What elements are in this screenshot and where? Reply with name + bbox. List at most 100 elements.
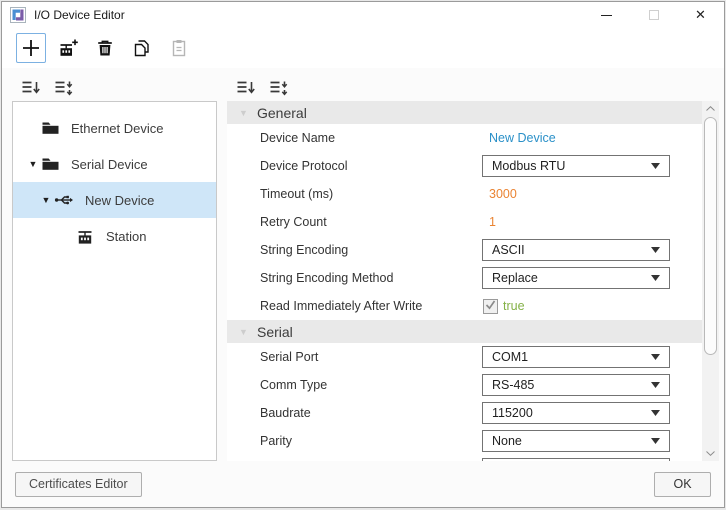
dropdown-value: ASCII	[492, 243, 525, 257]
chevron-down-icon[interactable]: ▼	[38, 195, 54, 205]
property-label: Serial Port	[260, 350, 319, 364]
device-protocol-dropdown[interactable]: Modbus RTU	[482, 155, 670, 177]
titlebar: I/O Device Editor ✕	[2, 2, 724, 28]
io-device-editor-window: I/O Device Editor ✕ Ethernet Device ▼ Seri…	[1, 1, 725, 508]
property-row-string-encoding-method: String Encoding Method Replace	[227, 264, 702, 292]
read-immediately-after-write-checkbox[interactable]	[483, 298, 498, 314]
plus-icon	[20, 37, 42, 59]
chevron-down-icon: ▼	[239, 107, 248, 118]
property-row-serial-port: Serial Port COM1	[227, 343, 702, 371]
parity-dropdown[interactable]: None	[482, 430, 670, 452]
maximize-button[interactable]	[630, 2, 677, 28]
expand-all-icon[interactable]	[269, 80, 289, 96]
device-tree-panel: Ethernet Device ▼ Serial Device ▼ New Device…	[12, 74, 217, 461]
section-title: General	[257, 104, 307, 121]
dropdown-value: 115200	[492, 406, 533, 420]
close-button[interactable]: ✕	[677, 2, 724, 28]
tree-item-label: New Device	[85, 192, 155, 208]
property-row-device-name: Device Name New Device	[227, 124, 702, 152]
property-panel: ▼ General Device Name New Device Device Prot…	[227, 74, 719, 461]
chevron-down-icon	[651, 275, 660, 281]
property-label: Baudrate	[260, 406, 311, 420]
vertical-scrollbar[interactable]	[702, 101, 719, 461]
collapse-all-icon[interactable]	[21, 80, 41, 96]
collapse-all-icon[interactable]	[236, 80, 256, 96]
app-logo-icon	[10, 7, 26, 23]
trash-icon	[95, 38, 115, 58]
expand-all-icon[interactable]	[54, 80, 74, 96]
property-row-baudrate: Baudrate 115200	[227, 399, 702, 427]
property-row-retry-count: Retry Count 1	[227, 208, 702, 236]
section-header-general[interactable]: ▼ General	[227, 101, 702, 124]
property-grid-wrapper: ▼ General Device Name New Device Device Prot…	[227, 101, 719, 461]
device-name-value[interactable]: New Device	[482, 131, 556, 145]
checkbox-value-text: true	[503, 299, 525, 313]
property-label: Device Name	[260, 131, 336, 145]
comm-type-dropdown[interactable]: RS-485	[482, 374, 670, 396]
tree-item-ethernet-device[interactable]: Ethernet Device	[13, 110, 216, 146]
toolbar-button-add-station[interactable]	[53, 33, 83, 63]
property-label: Parity	[260, 434, 292, 448]
station-icon	[75, 226, 95, 246]
property-row-comm-type: Comm Type RS-485	[227, 371, 702, 399]
property-label: Retry Count	[260, 215, 327, 229]
property-label: Timeout (ms)	[260, 187, 334, 201]
station-plus-icon	[58, 38, 79, 59]
tree-item-serial-device[interactable]: ▼ Serial Device	[13, 146, 216, 182]
property-label: String Encoding Method	[260, 271, 394, 285]
chevron-down-icon	[651, 438, 660, 444]
minimize-button[interactable]	[583, 2, 630, 28]
toolbar	[2, 28, 724, 68]
window-title: I/O Device Editor	[34, 8, 125, 22]
property-row-read-immediately-after-write: Read Immediately After Write true	[227, 292, 702, 320]
dropdown-value: COM1	[492, 350, 529, 364]
minimize-icon	[601, 14, 612, 16]
chevron-down-icon	[651, 354, 660, 360]
copy-icon	[132, 38, 152, 58]
chevron-down-icon	[651, 247, 660, 253]
baudrate-dropdown[interactable]: 115200	[482, 402, 670, 424]
chevron-down-icon	[651, 382, 660, 388]
section-title: Serial	[257, 323, 293, 340]
dropdown-value: None	[492, 434, 522, 448]
certificates-editor-button[interactable]: Certificates Editor	[15, 471, 142, 497]
tree-item-new-device[interactable]: ▼ New Device	[13, 182, 216, 218]
string-encoding-dropdown[interactable]: ASCII	[482, 239, 670, 261]
dropdown-value: Modbus RTU	[492, 159, 566, 173]
property-label: Device Protocol	[260, 159, 348, 173]
scrollbar-thumb[interactable]	[704, 117, 717, 355]
ok-button[interactable]: OK	[654, 471, 711, 497]
tree-item-label: Station	[106, 228, 147, 244]
dropdown-value: RS-485	[492, 378, 535, 392]
footer-bar: Certificates Editor OK	[2, 461, 724, 507]
property-grid: ▼ General Device Name New Device Device Prot…	[227, 101, 702, 461]
chevron-down-icon[interactable]: ▼	[25, 159, 41, 169]
folder-icon	[41, 155, 60, 173]
tree-item-label: Serial Device	[71, 156, 148, 172]
tree-panel-toolbar	[12, 74, 217, 101]
close-icon: ✕	[695, 7, 706, 22]
property-row-device-protocol: Device Protocol Modbus RTU	[227, 152, 702, 180]
folder-icon	[41, 119, 60, 137]
section-header-serial[interactable]: ▼ Serial	[227, 320, 702, 343]
timeout-ms-value[interactable]: 3000	[482, 187, 517, 201]
scroll-up-icon[interactable]	[702, 101, 719, 116]
tree-item-station[interactable]: Station	[13, 218, 216, 254]
toolbar-button-add-device[interactable]	[16, 33, 46, 63]
toolbar-button-paste	[164, 33, 194, 63]
main-area: Ethernet Device ▼ Serial Device ▼ New Device…	[2, 68, 724, 461]
device-tree: Ethernet Device ▼ Serial Device ▼ New Device…	[12, 101, 217, 461]
dropdown-value: Replace	[492, 271, 538, 285]
property-label: String Encoding	[260, 243, 349, 257]
usb-device-icon	[54, 191, 74, 209]
toolbar-button-copy[interactable]	[127, 33, 157, 63]
serial-port-dropdown[interactable]: COM1	[482, 346, 670, 368]
property-row-string-encoding: String Encoding ASCII	[227, 236, 702, 264]
toolbar-button-delete[interactable]	[90, 33, 120, 63]
string-encoding-method-dropdown[interactable]: Replace	[482, 267, 670, 289]
tree-item-label: Ethernet Device	[71, 120, 164, 136]
retry-count-value[interactable]: 1	[482, 215, 496, 229]
chevron-down-icon	[651, 163, 660, 169]
scroll-down-icon[interactable]	[702, 446, 719, 461]
property-label: Read Immediately After Write	[260, 299, 423, 313]
